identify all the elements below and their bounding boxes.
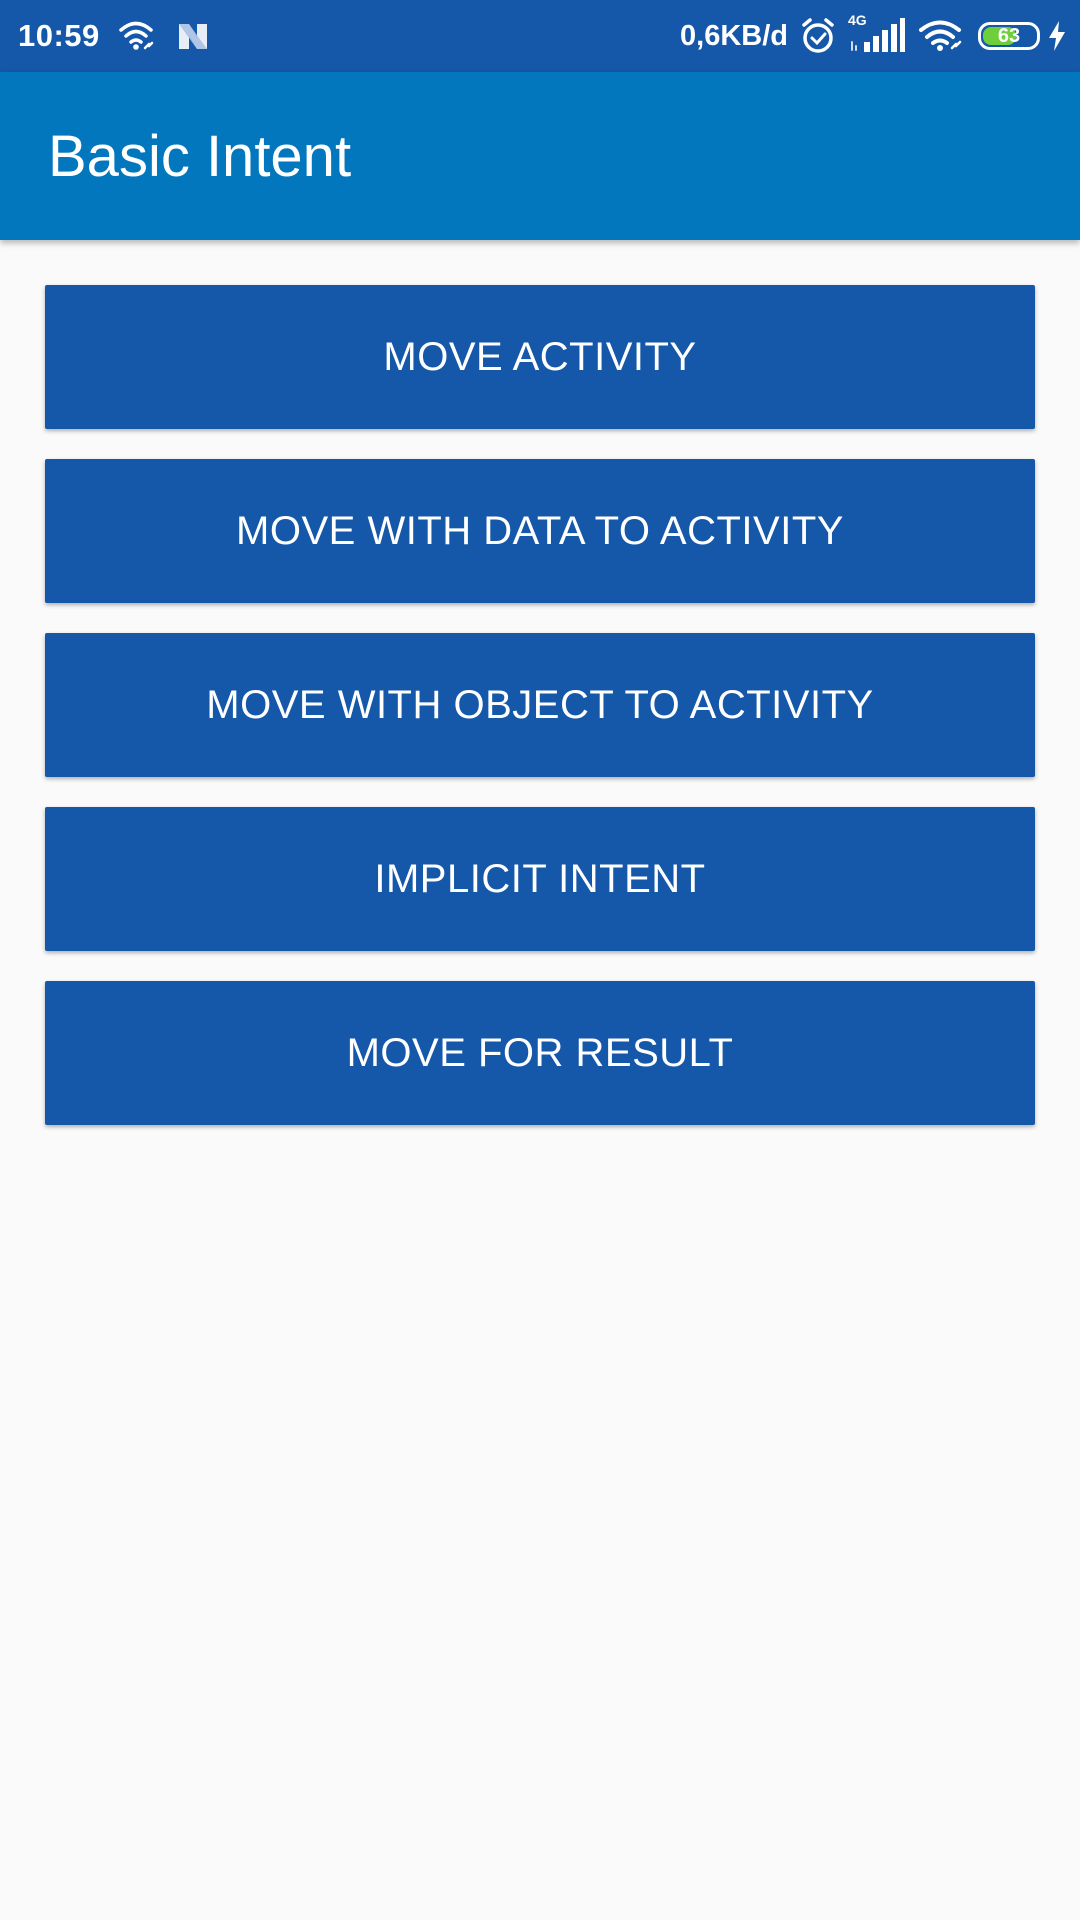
data-speed: 0,6KB/d [680,19,788,52]
status-bar: 10:59 0,6KB/d 4G 63 [0,0,1080,72]
button-list: MOVE ACTIVITY MOVE WITH DATA TO ACTIVITY… [45,285,1035,1125]
page-title: Basic Intent [48,123,352,189]
wifi-link-icon [118,18,158,54]
move-for-result-button[interactable]: MOVE FOR RESULT [45,981,1035,1125]
network-type: 4G [848,12,867,28]
battery-icon: 63 [978,22,1040,50]
app-bar: Basic Intent [0,72,1080,240]
battery-level: 63 [997,24,1021,47]
implicit-intent-button[interactable]: IMPLICIT INTENT [45,807,1035,951]
move-with-data-button[interactable]: MOVE WITH DATA TO ACTIVITY [45,459,1035,603]
alarm-clock-icon [800,17,836,55]
wifi-icon [918,18,966,54]
n-app-icon [176,20,210,52]
move-activity-button[interactable]: MOVE ACTIVITY [45,285,1035,429]
signal-bars-icon: 4G [848,12,906,54]
status-time: 10:59 [18,18,100,53]
charging-bolt-icon [1048,21,1066,51]
move-with-object-button[interactable]: MOVE WITH OBJECT TO ACTIVITY [45,633,1035,777]
